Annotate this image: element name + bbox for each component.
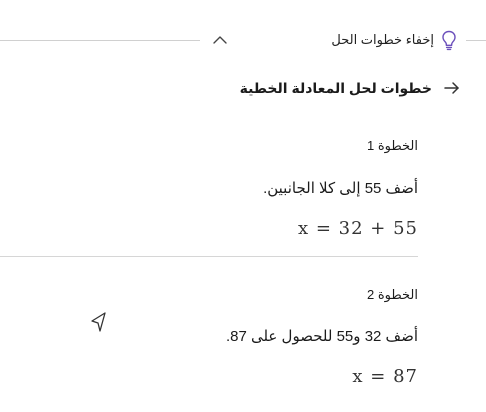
lightbulb-icon [440,29,458,51]
step-2-equation: x = 87 [352,366,418,387]
section-title-row[interactable]: خطوات لحل المعادلة الخطية [240,78,462,98]
step-2-label: الخطوة 2 [366,287,418,302]
step-1-equation: x = 32 + 55 [297,218,418,239]
hide-steps-toggle[interactable]: إخفاء خطوات الحل [331,26,458,54]
arrow-right-icon[interactable] [442,78,462,98]
chevron-up-icon[interactable] [205,30,235,50]
section-title: خطوات لحل المعادلة الخطية [239,79,432,96]
step-2-text: أضف 32 و55 للحصول على 87. [225,328,418,345]
top-divider-left [0,40,200,41]
step-divider [0,256,418,257]
step-1-label: الخطوة 1 [366,138,418,153]
mouse-cursor-icon [91,312,106,332]
hide-steps-label: إخفاء خطوات الحل [331,32,434,47]
top-divider-right [466,40,486,41]
step-1-text: أضف 55 إلى كلا الجانبين. [263,180,418,197]
